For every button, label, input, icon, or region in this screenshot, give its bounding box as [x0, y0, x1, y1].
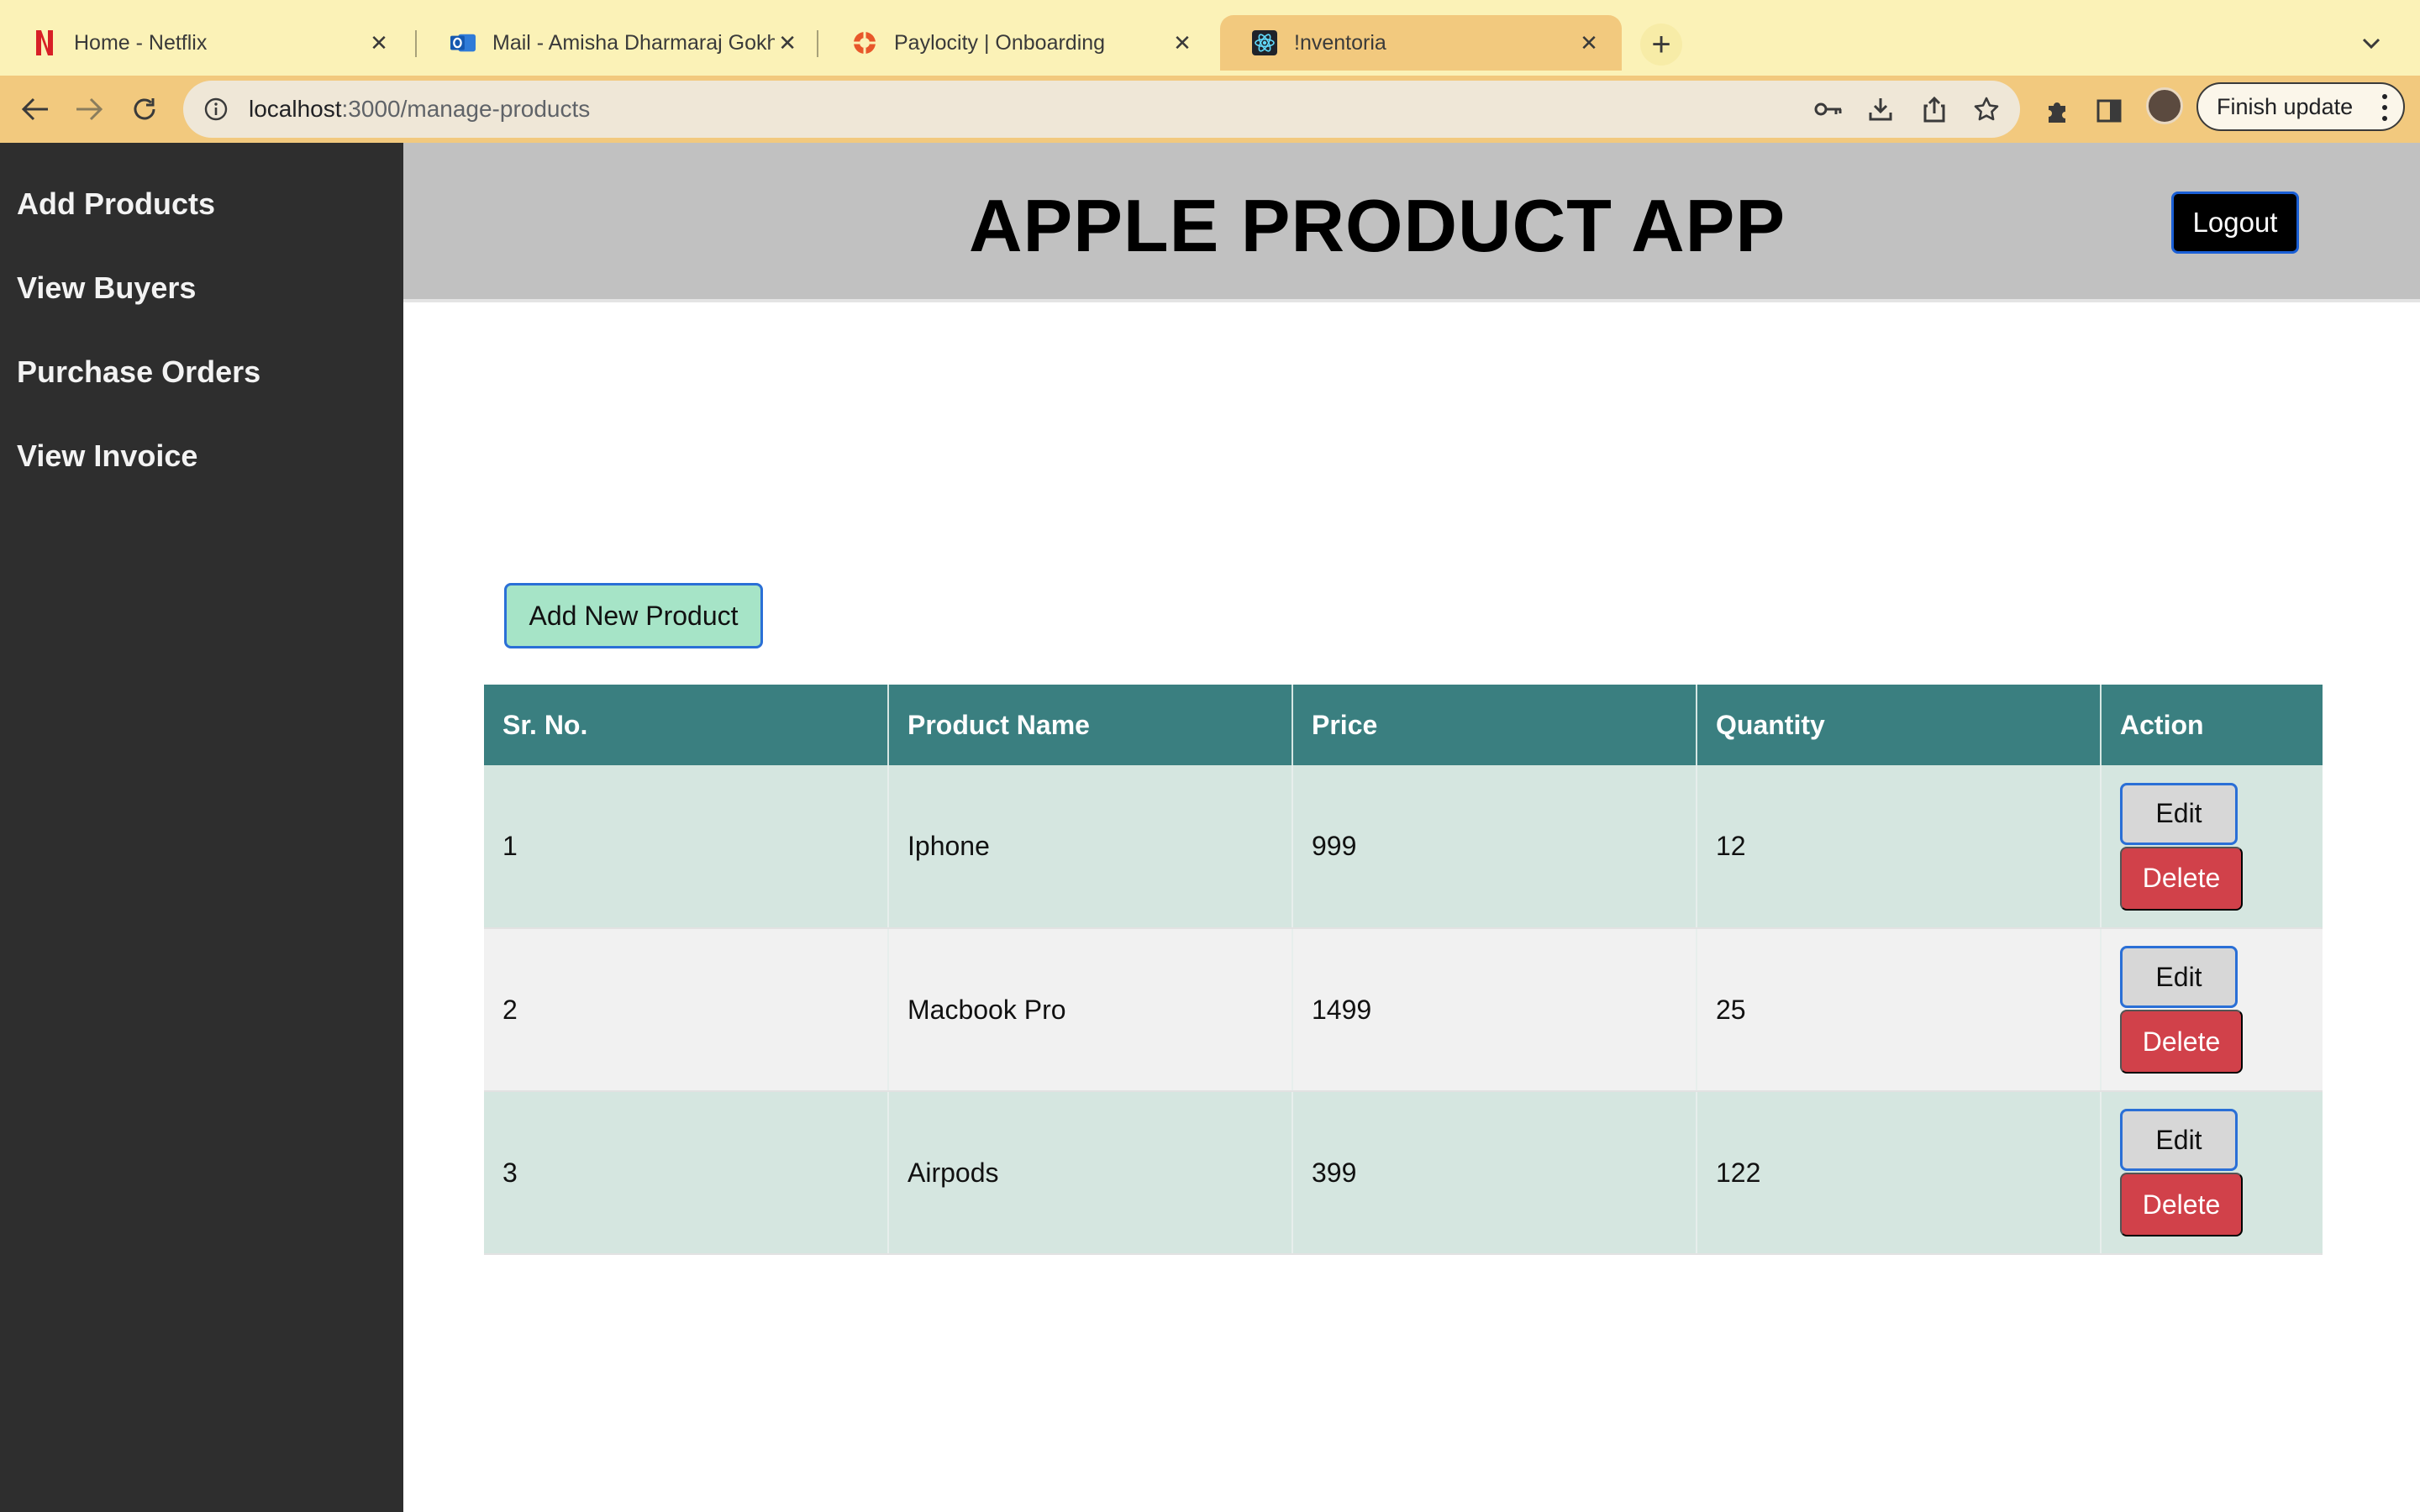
sidebar-item-purchase-orders[interactable]: Purchase Orders: [17, 354, 260, 390]
tab-separator: [415, 30, 417, 57]
cell-sr-no: 1: [484, 765, 889, 929]
finish-update-button[interactable]: Finish update: [2196, 82, 2405, 131]
url-host: localhost: [249, 96, 342, 122]
cell-product-name: Macbook Pro: [888, 928, 1293, 1092]
cell-action: Edit Delete: [2101, 1091, 2323, 1255]
cell-price: 999: [1292, 765, 1697, 929]
cell-price: 1499: [1292, 928, 1697, 1092]
delete-button[interactable]: Delete: [2120, 846, 2243, 911]
install-app-icon[interactable]: [1865, 94, 1896, 124]
column-header-action: Action: [2101, 685, 2323, 765]
new-tab-button[interactable]: +: [1640, 24, 1682, 66]
tab-inventoria[interactable]: !nventoria ✕: [1220, 15, 1622, 71]
tab-title: Paylocity | Onboarding: [894, 30, 1106, 55]
outlook-icon: [450, 30, 476, 55]
edit-button[interactable]: Edit: [2120, 1109, 2238, 1171]
logout-button[interactable]: Logout: [2171, 192, 2299, 254]
cell-product-name: Iphone: [888, 765, 1293, 929]
edit-button[interactable]: Edit: [2120, 782, 2238, 845]
key-icon[interactable]: [1813, 94, 1844, 124]
side-panel-icon[interactable]: [2092, 94, 2126, 128]
cell-action: Edit Delete: [2101, 928, 2323, 1092]
cell-quantity: 25: [1697, 928, 2102, 1092]
tab-netflix[interactable]: Home - Netflix ✕: [0, 15, 412, 71]
tab-title: Home - Netflix: [74, 30, 208, 55]
cell-quantity: 122: [1697, 1091, 2102, 1255]
cell-sr-no: 3: [484, 1091, 889, 1255]
table-header-row: Sr. No. Product Name Price Quantity Acti…: [484, 685, 2323, 765]
paylocity-icon: [852, 30, 877, 55]
cell-action: Edit Delete: [2101, 765, 2323, 929]
cell-sr-no: 2: [484, 928, 889, 1092]
address-bar[interactable]: localhost:3000/manage-products: [183, 81, 2020, 138]
chevron-down-icon[interactable]: [2353, 25, 2390, 62]
column-header-quantity: Quantity: [1697, 685, 2102, 765]
delete-button[interactable]: Delete: [2120, 1173, 2243, 1236]
cell-price: 399: [1292, 1091, 1697, 1255]
forward-arrow-icon[interactable]: [66, 86, 113, 133]
tab-title: !nventoria: [1294, 30, 1386, 55]
react-icon: [1252, 30, 1277, 55]
app-header: APPLE PRODUCT APP Logout: [403, 143, 2420, 302]
tab-paylocity[interactable]: Paylocity | Onboarding ✕: [820, 15, 1215, 71]
column-header-price: Price: [1292, 685, 1697, 765]
cell-quantity: 12: [1697, 765, 2102, 929]
delete-button[interactable]: Delete: [2120, 1010, 2243, 1074]
browser-tab-strip: Home - Netflix ✕ Mail - Amisha Dharmaraj…: [0, 0, 2420, 76]
page-title: APPLE PRODUCT APP: [968, 184, 1786, 267]
sidebar-item-add-products[interactable]: Add Products: [17, 186, 215, 222]
sidebar: Add Products View Buyers Purchase Orders…: [0, 143, 403, 1512]
browser-toolbar: localhost:3000/manage-products: [0, 76, 2420, 143]
plus-icon: +: [1651, 26, 1671, 63]
reload-icon[interactable]: [121, 86, 168, 133]
add-new-product-button[interactable]: Add New Product: [504, 583, 763, 648]
bookmark-star-icon[interactable]: [1971, 94, 2002, 124]
sidebar-item-view-invoice[interactable]: View Invoice: [17, 438, 197, 474]
url-path: :3000/manage-products: [341, 96, 591, 122]
close-icon[interactable]: ✕: [366, 30, 392, 55]
close-icon[interactable]: ✕: [1170, 30, 1195, 55]
edit-button[interactable]: Edit: [2120, 946, 2238, 1008]
products-table: Sr. No. Product Name Price Quantity Acti…: [484, 685, 2323, 1255]
info-icon[interactable]: [202, 95, 230, 123]
column-header-sr-no: Sr. No.: [484, 685, 889, 765]
close-icon[interactable]: ✕: [775, 30, 800, 55]
netflix-icon: [32, 30, 57, 55]
sidebar-item-view-buyers[interactable]: View Buyers: [17, 270, 196, 306]
close-icon[interactable]: ✕: [1576, 30, 1602, 55]
table-row: 3 Airpods 399 122 Edit Delete: [484, 1091, 2323, 1255]
table-row: 2 Macbook Pro 1499 25 Edit Delete: [484, 928, 2323, 1092]
finish-update-label: Finish update: [2217, 93, 2354, 119]
tab-title: Mail - Amisha Dharmaraj Gokh: [492, 30, 776, 55]
back-arrow-icon[interactable]: [12, 86, 59, 133]
table-row: 1 Iphone 999 12 Edit Delete: [484, 765, 2323, 929]
share-icon[interactable]: [1919, 94, 1949, 124]
tab-separator: [817, 30, 818, 57]
tab-mail[interactable]: Mail - Amisha Dharmaraj Gokh ✕: [418, 15, 820, 71]
more-vert-icon[interactable]: [2381, 94, 2388, 121]
cell-product-name: Airpods: [888, 1091, 1293, 1255]
column-header-product-name: Product Name: [888, 685, 1293, 765]
extensions-puzzle-icon[interactable]: [2040, 94, 2074, 128]
url-text: localhost:3000/manage-products: [249, 96, 590, 123]
profile-avatar[interactable]: [2146, 87, 2183, 124]
